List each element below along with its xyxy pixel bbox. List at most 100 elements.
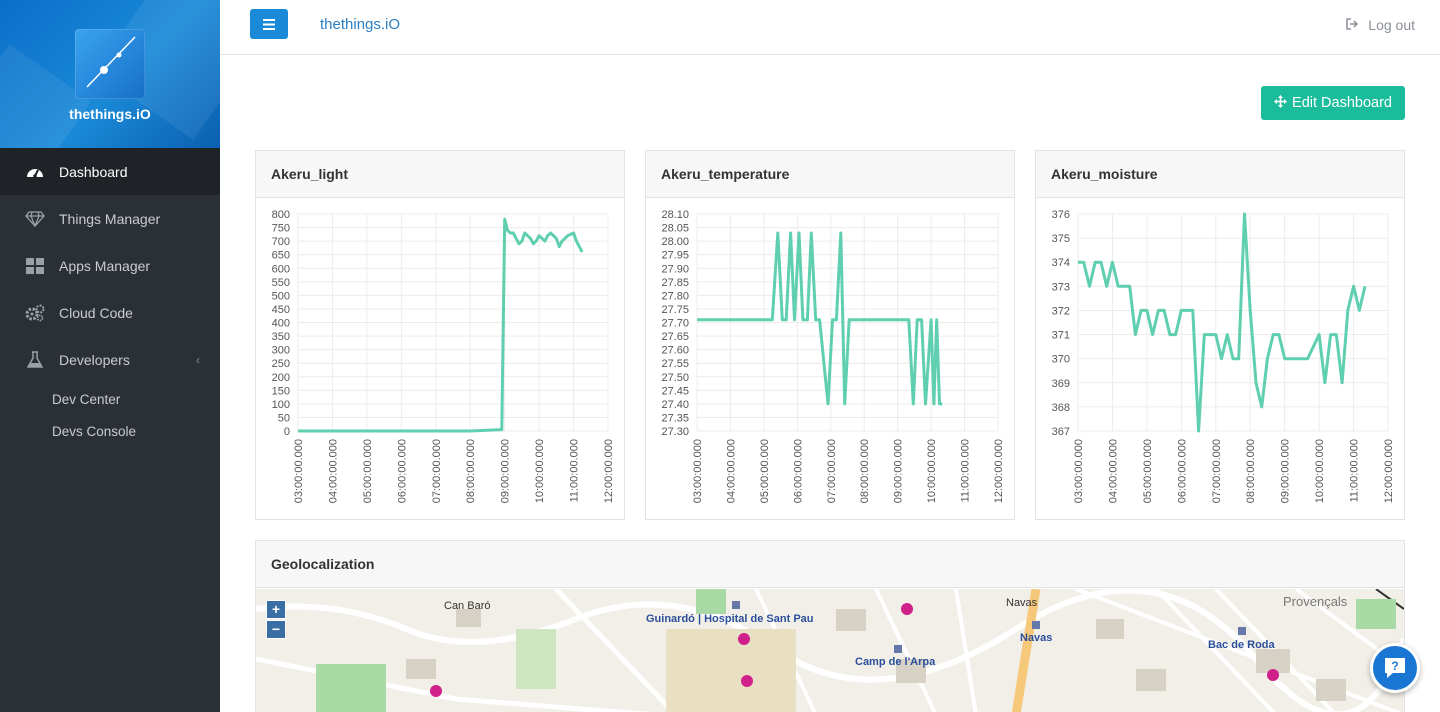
x-tick-label: 10:00:00.000 [534, 439, 546, 503]
sidebar-item-label: Developers [59, 351, 130, 368]
hospital-marker-icon [901, 603, 913, 615]
y-tick-label: 27.35 [661, 412, 689, 424]
sidebar-item-apps-manager[interactable]: Apps Manager [0, 242, 220, 289]
metro-station-icon [732, 601, 740, 609]
logout-button[interactable]: Log out [1346, 17, 1415, 33]
x-tick-label: 03:00:00.000 [1073, 439, 1085, 503]
y-tick-label: 0 [284, 426, 290, 438]
y-tick-label: 367 [1052, 426, 1070, 438]
map-zoom-out-button[interactable]: − [266, 620, 286, 639]
x-tick-label: 10:00:00.000 [926, 439, 938, 503]
sidebar-item-label: Apps Manager [59, 257, 151, 274]
x-tick-label: 03:00:00.000 [692, 439, 704, 503]
y-tick-label: 28.10 [661, 209, 689, 221]
help-chat-button[interactable]: ? [1370, 643, 1420, 693]
map-zoom-in-button[interactable]: + [266, 600, 286, 619]
x-tick-label: 03:00:00.000 [293, 439, 305, 503]
sidebar-item-things-manager[interactable]: Things Manager [0, 195, 220, 242]
sidebar-subitem-devs-console[interactable]: Devs Console [0, 415, 220, 447]
y-tick-label: 27.80 [661, 290, 689, 302]
panel-title: Akeru_temperature [646, 151, 1014, 198]
y-tick-label: 100 [272, 399, 290, 411]
x-tick-label: 07:00:00.000 [826, 439, 838, 503]
x-tick-label: 08:00:00.000 [859, 439, 871, 503]
brand-header: thethings.iO [0, 0, 220, 148]
sidebar-item-dashboard[interactable]: Dashboard [0, 148, 220, 195]
y-tick-label: 50 [278, 412, 290, 424]
y-tick-label: 550 [272, 277, 290, 289]
y-tick-label: 700 [272, 236, 290, 248]
y-tick-label: 250 [272, 358, 290, 370]
x-tick-label: 09:00:00.000 [1280, 439, 1292, 503]
x-tick-label: 06:00:00.000 [792, 439, 804, 503]
sidebar: thethings.iO Dashboard Things Manager Ap… [0, 0, 220, 712]
y-tick-label: 28.05 [661, 223, 689, 235]
top-logo[interactable]: thethings.iO [320, 16, 400, 33]
y-tick-label: 350 [272, 331, 290, 343]
y-tick-label: 28.00 [661, 236, 689, 248]
y-tick-label: 27.30 [661, 426, 689, 438]
x-tick-label: 11:00:00.000 [1349, 439, 1361, 502]
y-tick-label: 27.95 [661, 250, 689, 262]
y-tick-label: 375 [1052, 233, 1070, 245]
hospital-marker-icon [738, 633, 750, 645]
map-label: Can Baró [444, 600, 491, 612]
sidebar-item-developers[interactable]: Developers ‹ [0, 336, 220, 383]
hospital-marker-icon [430, 685, 442, 697]
x-tick-label: 04:00:00.000 [1107, 439, 1119, 503]
edit-dashboard-label: Edit Dashboard [1292, 95, 1392, 111]
x-tick-label: 05:00:00.000 [1142, 439, 1154, 503]
sidebar-item-label: Dashboard [59, 163, 128, 180]
y-tick-label: 27.70 [661, 318, 689, 330]
sidebar-nav: Dashboard Things Manager Apps Manager Cl… [0, 148, 220, 447]
y-tick-label: 27.65 [661, 331, 689, 343]
y-tick-label: 400 [272, 318, 290, 330]
chart-grid [1077, 213, 1389, 432]
y-tick-label: 369 [1052, 378, 1070, 390]
chart-moisture: 367 368 369 370 371 372 373 374 375 376 03:00:00.0… [1052, 209, 1395, 503]
sign-out-icon [1346, 17, 1359, 33]
sidebar-subitem-label: Devs Console [52, 423, 137, 439]
brand-logo[interactable] [75, 29, 145, 99]
brand-name: thethings.iO [69, 106, 151, 122]
y-tick-label: 376 [1052, 209, 1070, 221]
map-label: Camp de l'Arpa [855, 656, 936, 668]
y-tick-label: 27.60 [661, 345, 689, 357]
y-tick-label: 27.45 [661, 385, 689, 397]
metro-station-icon [1238, 627, 1246, 635]
main-content: Edit Dashboard Akeru_light 0 50 100 150 200 2… [220, 56, 1440, 712]
x-tick-label: 11:00:00.000 [960, 439, 972, 502]
sidebar-item-cloud-code[interactable]: Cloud Code [0, 289, 220, 336]
grid-icon [25, 256, 45, 276]
x-tick-label: 10:00:00.000 [1314, 439, 1326, 503]
y-tick-label: 374 [1052, 257, 1070, 269]
move-arrows-icon [1274, 94, 1288, 112]
map-label: Provençals [1283, 594, 1348, 609]
metro-station-icon [894, 645, 902, 653]
y-tick-label: 371 [1052, 330, 1070, 342]
y-tick-label: 27.90 [661, 263, 689, 275]
x-tick-label: 12:00:00.000 [603, 439, 615, 503]
series-line [697, 231, 943, 406]
x-tick-label: 12:00:00.000 [1383, 439, 1395, 503]
menu-toggle-button[interactable] [250, 9, 288, 39]
x-tick-label: 09:00:00.000 [500, 439, 512, 503]
x-tick-label: 09:00:00.000 [893, 439, 905, 503]
app-root: thethings.iO Dashboard Things Manager Ap… [0, 0, 1440, 712]
hospital-marker-icon [1267, 669, 1279, 681]
y-tick-label: 600 [272, 263, 290, 275]
chart-temperature: 27.30 27.3527.40 27.4527.50 27.5527.60 27.65… [661, 209, 1005, 503]
chevron-left-icon[interactable]: ‹ [196, 353, 200, 367]
x-tick-label: 07:00:00.000 [431, 439, 443, 503]
y-tick-label: 500 [272, 290, 290, 302]
x-tick-label: 11:00:00.000 [569, 439, 581, 502]
y-tick-label: 372 [1052, 305, 1070, 317]
y-tick-label: 373 [1052, 281, 1070, 293]
edit-dashboard-button[interactable]: Edit Dashboard [1261, 86, 1405, 120]
sidebar-item-label: Cloud Code [59, 304, 133, 321]
y-tick-label: 370 [1052, 354, 1070, 366]
map-view[interactable]: Can Baró Guinardó | Hospital de Sant Pau… [256, 589, 1404, 712]
x-tick-label: 04:00:00.000 [327, 439, 339, 503]
sidebar-subitem-dev-center[interactable]: Dev Center [0, 383, 220, 415]
x-tick-label: 05:00:00.000 [759, 439, 771, 503]
